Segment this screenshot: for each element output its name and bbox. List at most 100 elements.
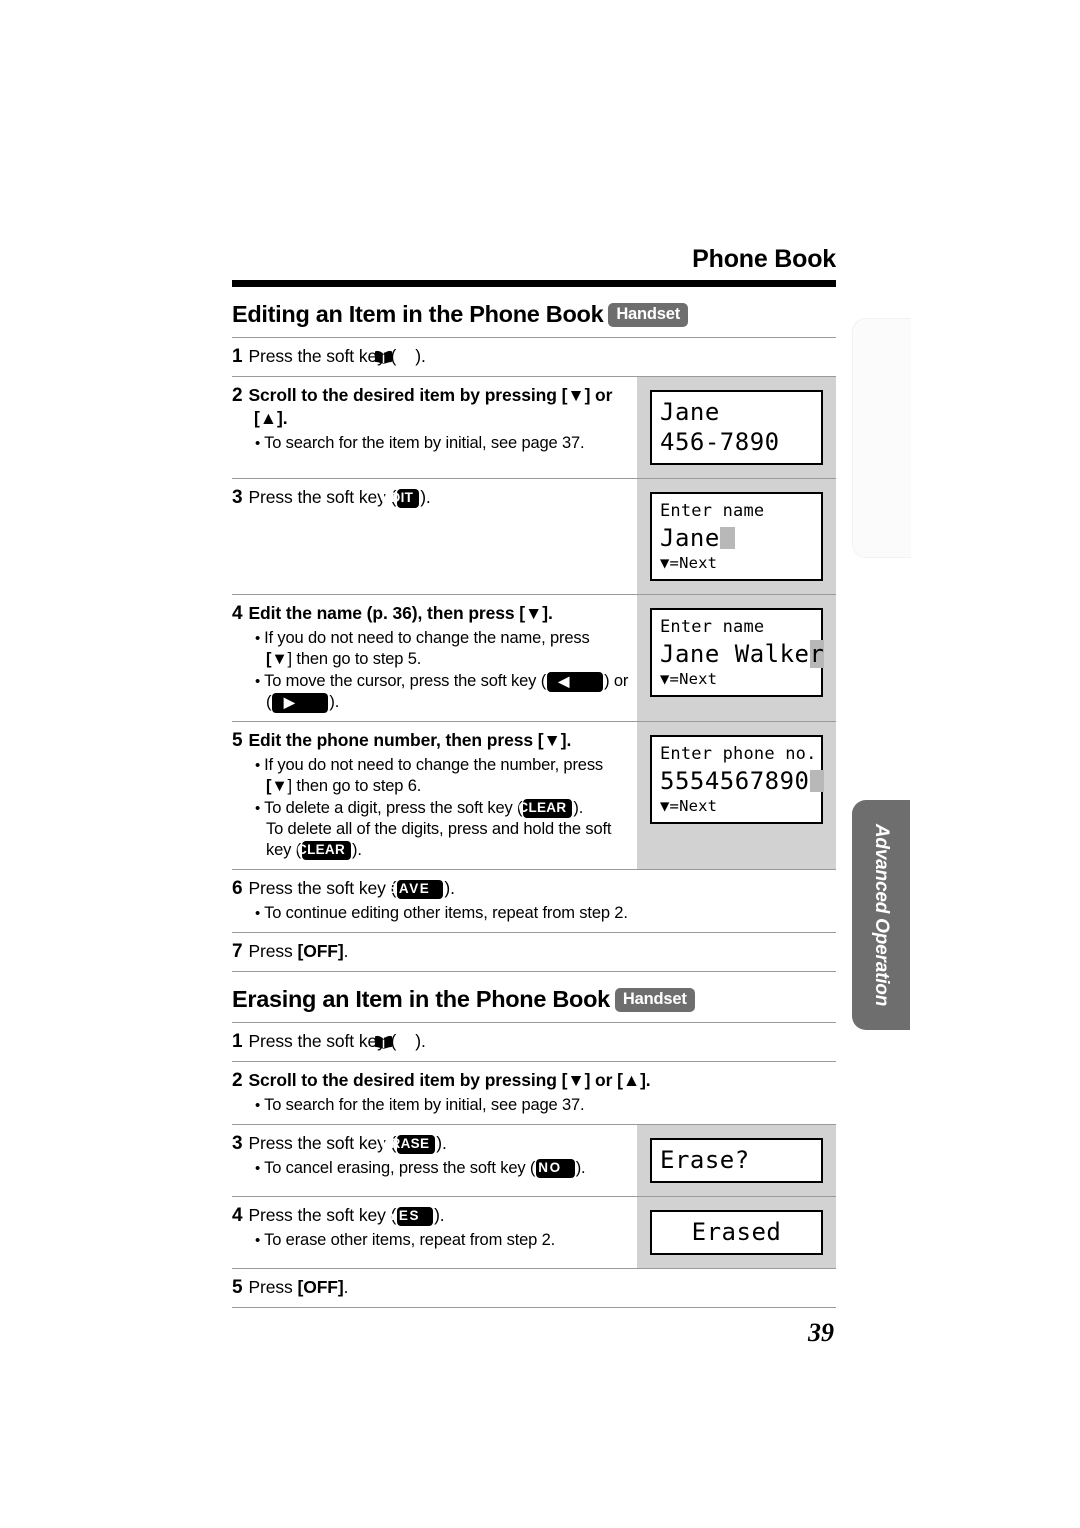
lcd-line: Erased [691, 1218, 782, 1246]
step-body-tail: . [343, 1277, 349, 1297]
step-row-erase-2: 2 Scroll to the desired item by pressing … [232, 1061, 836, 1125]
lcd-line: 456-7890 [660, 428, 780, 456]
step-body: Press the soft key ( [248, 878, 397, 898]
step-line: 3 Press the soft key (EDIT). [232, 486, 629, 509]
bullet-text-tail: ). [352, 841, 362, 859]
lcd-line: Jane [660, 398, 720, 426]
lcd-display: Enter name Jane ▼=Next [650, 492, 823, 581]
lcd-cell-erase-3: Erase? [637, 1124, 836, 1197]
lcd-cell-edit-2: Jane 456-7890 [637, 376, 836, 479]
bullet-item: To search for the item by initial, see p… [232, 433, 629, 454]
step-text-cell: 3 Press the soft key (EDIT). [232, 478, 637, 595]
handset-badge: Handset [614, 988, 695, 1012]
step-number: 4 [232, 1205, 243, 1226]
lcd-line: Enter name [660, 501, 765, 521]
bullet-item: To continue editing other items, repeat … [232, 903, 828, 924]
step-body-tail: ). [415, 1031, 426, 1051]
lcd-cell-edit-3: Enter name Jane ▼=Next [637, 478, 836, 595]
section-heading-erasing: Erasing an Item in the Phone Book Handset [232, 972, 836, 1022]
bullet-text: To move the cursor, press the soft key ( [264, 672, 547, 690]
step-body-tail: ). [436, 1133, 447, 1153]
lcd-line: ▼=Next [660, 554, 718, 572]
softkey-save[interactable]: SAVE [388, 880, 444, 899]
header-rule [232, 280, 836, 287]
softkey-no[interactable]: NO [536, 1159, 575, 1178]
step-text-cell: 5 Press [OFF]. [232, 1268, 836, 1308]
step-number: 1 [232, 1031, 243, 1052]
bullet-text-tail: ). [575, 1159, 586, 1177]
bullet-text-cont2: key ( [266, 841, 302, 859]
step-line: 4 Edit the name (p. 36), then press [▼]. [232, 602, 629, 625]
step-line: 5 Edit the phone number, then press [▼]. [232, 729, 629, 752]
step-number: 1 [232, 346, 243, 367]
softkey-edit[interactable]: EDIT [381, 489, 420, 508]
step-body-tail: ]. [640, 1070, 651, 1090]
bullet-text-tail: ). [329, 693, 340, 711]
lcd-line: Erase? [660, 1146, 750, 1174]
paren-open: ( [266, 693, 272, 711]
step-body-mid: ] or [ [584, 1070, 623, 1090]
page-content: Phone Book Editing an Item in the Phone … [232, 244, 836, 1348]
step-row-edit-1: 1 Press the soft key (). [232, 337, 836, 377]
phonebook-icon [375, 1032, 415, 1049]
step-line: 1 Press the soft key (). [232, 1030, 828, 1053]
lcd-line: Enter name [660, 617, 765, 637]
step-body: Press the soft key ( [248, 487, 397, 507]
bullet-item: If you do not need to change the number,… [232, 755, 629, 797]
bullet-text-tail: ] then go to step 5. [287, 650, 422, 668]
lcd-cell-edit-5: Enter phone no. 5554567890 ▼=Next [637, 721, 836, 870]
lcd-line-with-cursor: Jane [660, 523, 813, 553]
bullet-text-tail: ] then go to step 6. [287, 777, 422, 795]
softkey-yes[interactable]: YES [388, 1207, 434, 1226]
softkey-clear-hold[interactable]: CLEAR [297, 841, 352, 860]
down-arrow-icon: ▼ [271, 777, 288, 795]
softkey-cursor-left[interactable]: ◀ [547, 672, 604, 692]
handset-badge: Handset [608, 303, 689, 327]
up-arrow-icon: ▲ [622, 1070, 641, 1090]
step-body: Press [248, 1277, 298, 1297]
softkey-clear[interactable]: CLEAR [518, 799, 573, 818]
step-row-erase-5: 5 Press [OFF]. [232, 1268, 836, 1308]
bullet-list: To continue editing other items, repeat … [232, 903, 828, 924]
bullet-text-cont: To delete all of the digits, press and h… [266, 820, 612, 838]
lcd-cursor-char: r [809, 640, 825, 668]
step-text-cell: 4 Edit the name (p. 36), then press [▼]. … [232, 594, 637, 722]
lcd-line: ▼=Next [660, 670, 718, 688]
off-key-label: [OFF] [297, 941, 344, 961]
lcd-cell-edit-4: Enter name Jane Walker ▼=Next [637, 594, 836, 722]
down-arrow-icon: ▼ [271, 650, 288, 668]
bullet-text: If you do not need to change the number,… [264, 756, 604, 774]
bullet-item: To cancel erasing, press the soft key (N… [232, 1158, 629, 1179]
bullet-item: To erase other items, repeat from step 2… [232, 1230, 629, 1251]
step-row-erase-3: 3Press the soft key (ERASE). To cancel e… [232, 1124, 836, 1197]
step-row-erase-1: 1 Press the soft key (). [232, 1022, 836, 1062]
bullet-text: If you do not need to change the name, p… [264, 629, 590, 647]
page-number: 39 [808, 1318, 834, 1347]
lcd-display: Enter name Jane Walker ▼=Next [650, 608, 825, 697]
bullet-text: To delete a digit, press the soft key ( [264, 799, 523, 817]
bullet-item: To delete a digit, press the soft key (C… [232, 798, 629, 861]
section-title-erasing: Erasing an Item in the Phone Book [232, 986, 610, 1012]
step-body-tail: ). [444, 878, 455, 898]
down-arrow-icon: ▼ [525, 603, 543, 623]
bullet-list: To search for the item by initial, see p… [232, 1095, 828, 1116]
lcd-text: Jane [660, 524, 720, 552]
softkey-cursor-right[interactable]: ▶ [272, 693, 329, 713]
step-number: 5 [232, 730, 243, 751]
step-text-cell: 1 Press the soft key (). [232, 337, 637, 377]
phonebook-icon [375, 347, 415, 364]
step-body-tail: ). [434, 1205, 445, 1225]
step-body-tail: . [343, 941, 349, 961]
step-number: 4 [232, 603, 243, 624]
step-line: 5 Press [OFF]. [232, 1276, 828, 1299]
step-body: Scroll to the desired item by pressing [ [248, 385, 568, 405]
softkey-erase[interactable]: ERASE [381, 1135, 436, 1154]
step-text-cell: 2 Scroll to the desired item by pressing … [232, 376, 637, 479]
lcd-display: Enter phone no. 5554567890 ▼=Next [650, 735, 825, 824]
bullet-list: To search for the item by initial, see p… [232, 433, 629, 454]
step-body: Press [248, 941, 298, 961]
step-number: 6 [232, 878, 243, 899]
side-tab-advanced-operation: Advanced Operation [852, 800, 910, 1030]
lcd-line: ▼=Next [660, 797, 718, 815]
step-number: 3 [232, 487, 243, 508]
